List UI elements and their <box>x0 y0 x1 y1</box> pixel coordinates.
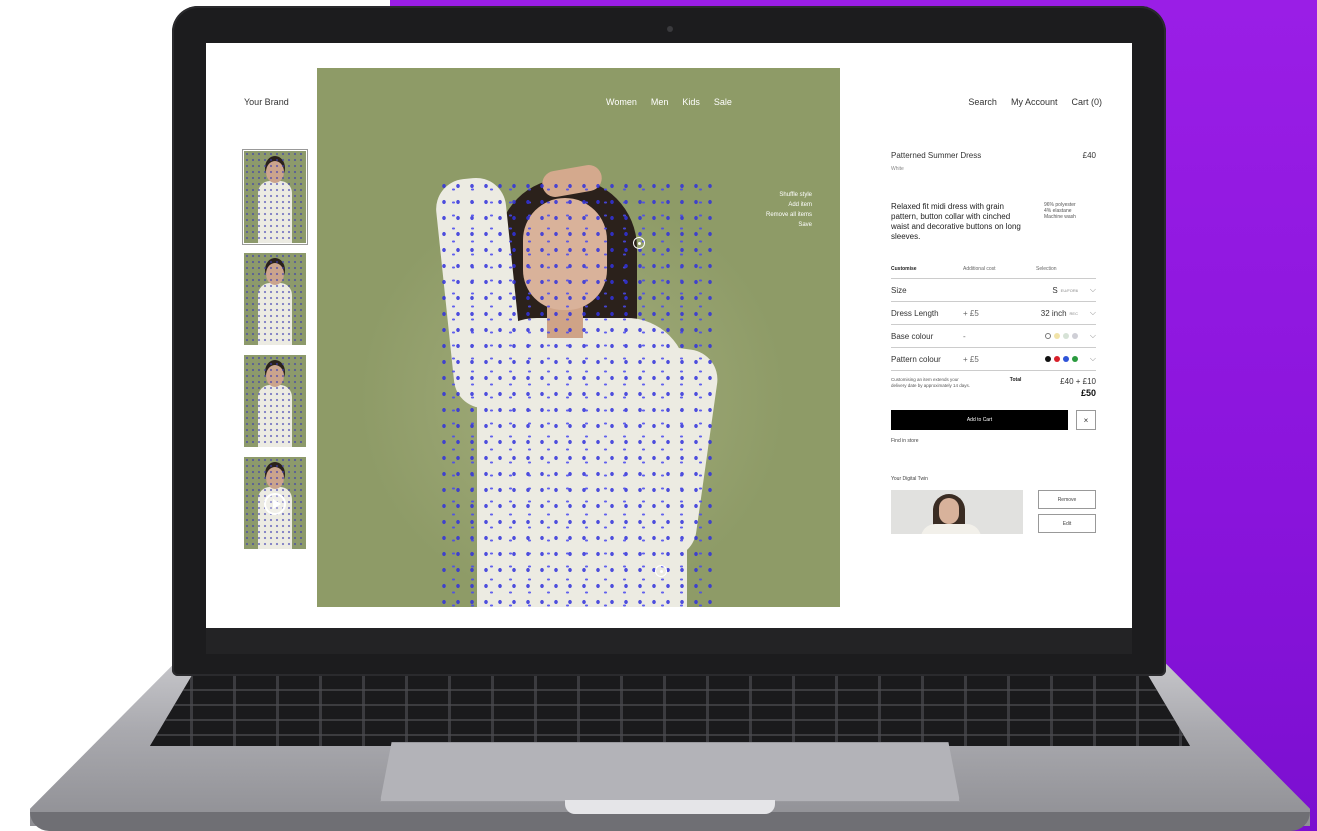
nav-kids[interactable]: Kids <box>682 97 700 107</box>
laptop-notch <box>565 800 775 814</box>
option-label: Pattern colour <box>891 354 941 364</box>
thumbnail-pattern <box>244 355 306 447</box>
swatch-blue[interactable] <box>1063 356 1069 362</box>
delivery-note: Customising an item extends your deliver… <box>891 377 971 388</box>
product-price: £40 <box>1082 151 1096 160</box>
chevron-down-icon[interactable]: ⌵ <box>1088 285 1096 295</box>
swatch-mint[interactable] <box>1063 333 1069 339</box>
option-label: Dress Length <box>891 308 939 318</box>
option-cost: + £5 <box>963 354 979 364</box>
save-link[interactable]: Save <box>766 220 812 230</box>
thumbnail-1[interactable] <box>242 149 308 245</box>
product-materials: 96% polyester 4% elastane Machine wash <box>1044 202 1096 242</box>
swatch-cream[interactable] <box>1054 333 1060 339</box>
thumbnail-video[interactable] <box>244 457 306 549</box>
option-cost: - <box>963 331 966 341</box>
add-to-cart-button[interactable]: Add to Cart <box>891 410 1068 430</box>
hotspot-icon[interactable] <box>633 237 645 249</box>
swatch-green[interactable] <box>1072 356 1078 362</box>
hero-image: Shuffle style Add item Remove all items … <box>317 68 840 607</box>
hotspot-icon[interactable] <box>655 565 667 577</box>
total-label: Total <box>1009 377 1022 383</box>
remove-twin-button[interactable]: Remove <box>1038 490 1096 509</box>
swatch-black[interactable] <box>1045 356 1051 362</box>
option-cost: + £5 <box>963 308 979 318</box>
digital-twin-row: Remove Edit <box>891 490 1096 534</box>
add-item-link[interactable]: Add item <box>766 200 812 210</box>
find-in-store-link[interactable]: Find in store <box>891 438 1096 444</box>
care-line: Machine wash <box>1044 214 1076 220</box>
total-breakdown: £40 + £10 <box>1060 377 1096 386</box>
pattern-colour-swatches <box>1036 356 1088 362</box>
laptop-lid: Your Brand Shuffle style Add item Remove… <box>172 6 1166 676</box>
option-selection: S EU/FOR6 <box>1036 286 1088 295</box>
shuffle-style-link[interactable]: Shuffle style <box>766 190 812 200</box>
swatch-grey[interactable] <box>1072 333 1078 339</box>
chevron-down-icon[interactable]: ⌵ <box>1088 354 1096 364</box>
camera-icon <box>667 26 673 32</box>
option-base-colour[interactable]: Base colour - ⌵ <box>891 325 1096 348</box>
swatch-red[interactable] <box>1054 356 1060 362</box>
my-account-link[interactable]: My Account <box>1011 97 1058 107</box>
nav-men[interactable]: Men <box>651 97 669 107</box>
option-pattern-colour[interactable]: Pattern colour + £5 ⌵ <box>891 348 1096 371</box>
size-value-note: EU/FOR6 <box>1060 287 1078 293</box>
hero-style-menu: Shuffle style Add item Remove all items … <box>766 190 812 230</box>
close-icon[interactable]: × <box>1076 410 1096 430</box>
cart-actions: Add to Cart × <box>891 410 1096 430</box>
model-face <box>523 198 607 310</box>
digital-twin-image <box>891 490 1023 534</box>
total-amount: £50 <box>1080 388 1096 398</box>
cost-col-header: Additional cost <box>963 266 996 272</box>
brand-logo[interactable]: Your Brand <box>244 97 289 107</box>
nav-women[interactable]: Women <box>606 97 637 107</box>
main-nav: Women Men Kids Sale <box>606 97 732 107</box>
option-dress-length[interactable]: Dress Length + £5 32 inch REC ⌵ <box>891 302 1096 325</box>
thumbnail-2[interactable] <box>244 253 306 345</box>
thumbnail-pattern <box>244 253 306 345</box>
twin-shoulder <box>921 524 981 534</box>
option-label: Base colour <box>891 331 934 341</box>
swatch-white[interactable] <box>1045 333 1051 339</box>
thumbnail-pattern <box>244 151 306 243</box>
cart-link[interactable]: Cart (0) <box>1071 97 1102 107</box>
length-value: 32 inch <box>1040 308 1067 318</box>
base-colour-swatches <box>1036 333 1088 339</box>
chevron-down-icon[interactable]: ⌵ <box>1088 308 1096 318</box>
customise-col-header: Customise <box>891 266 917 272</box>
product-color: White <box>891 166 904 172</box>
twin-face <box>939 498 959 524</box>
digital-twin-buttons: Remove Edit <box>1038 490 1096 534</box>
lid-bezel-bottom <box>206 628 1132 654</box>
option-label: Size <box>891 285 907 295</box>
play-icon[interactable] <box>264 493 286 515</box>
utility-nav: Search My Account Cart (0) <box>968 97 1102 107</box>
product-panel: Patterned Summer Dress £40 White Relaxed… <box>891 151 1096 534</box>
thumbnail-list <box>242 149 308 559</box>
product-name: Patterned Summer Dress <box>891 151 982 160</box>
search-link[interactable]: Search <box>968 97 997 107</box>
selection-col-header: Selection <box>1036 266 1057 272</box>
edit-twin-button[interactable]: Edit <box>1038 514 1096 533</box>
customise-header: Customise Additional cost Selection <box>891 266 1096 279</box>
product-header: Patterned Summer Dress £40 <box>891 151 1096 160</box>
option-selection: 32 inch REC <box>1036 309 1088 318</box>
remove-all-items-link[interactable]: Remove all items <box>766 210 812 220</box>
option-size[interactable]: Size S EU/FOR6 ⌵ <box>891 279 1096 302</box>
total-value: £40 + £10 £50 <box>1060 377 1096 398</box>
laptop-screen: Your Brand Shuffle style Add item Remove… <box>206 43 1132 628</box>
laptop-trackpad <box>380 742 960 802</box>
chevron-down-icon[interactable]: ⌵ <box>1088 331 1096 341</box>
product-description: Relaxed fit midi dress with grain patter… <box>891 202 1021 241</box>
length-value-note: REC <box>1069 310 1078 316</box>
digital-twin-label: Your Digital Twin <box>891 476 928 482</box>
product-details: Relaxed fit midi dress with grain patter… <box>891 202 1096 242</box>
thumbnail-3[interactable] <box>244 355 306 447</box>
size-value: S <box>1052 285 1058 295</box>
nav-sale[interactable]: Sale <box>714 97 732 107</box>
laptop-base-edge <box>30 812 1310 831</box>
totals-row: Customising an item extends your deliver… <box>891 377 1096 398</box>
keyboard-rows <box>150 676 1190 746</box>
